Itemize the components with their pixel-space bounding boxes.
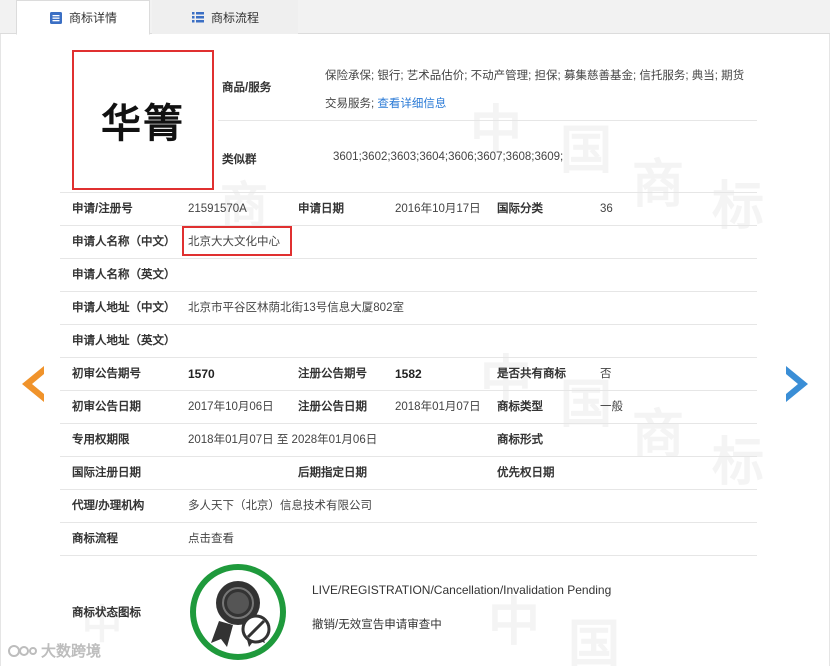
prelim-issue-value: 1570 <box>188 367 215 381</box>
applicant-name-en-label: 申请人名称（英文） <box>72 269 176 281</box>
applicant-address-en-label: 申请人地址（英文） <box>72 335 176 347</box>
status-icon-label: 商标状态图标 <box>72 607 141 619</box>
tab-bar: 商标详情 商标流程 <box>0 0 830 35</box>
info-row: 代理/办理机构 多人天下（北京）信息技术有限公司 <box>60 490 757 523</box>
shared-trademark-label: 是否共有商标 <box>497 368 566 380</box>
document-list-icon <box>49 11 62 24</box>
registration-number-value: 21591570A <box>188 203 247 215</box>
info-row: 申请人地址（英文） <box>60 325 757 358</box>
info-row: 国际注册日期 后期指定日期 优先权日期 <box>60 457 757 490</box>
info-row: 申请人名称（中文） 北京大大文化中心 <box>60 226 757 259</box>
reg-issue-label: 注册公告期号 <box>298 368 367 380</box>
agency-label: 代理/办理机构 <box>72 500 145 512</box>
trademark-type-label: 商标类型 <box>497 401 543 413</box>
agency-value: 多人天下（北京）信息技术有限公司 <box>188 500 372 512</box>
intl-class-label: 国际分类 <box>497 203 543 215</box>
info-row: 专用权期限 2018年01月07日 至 2028年01月06日 商标形式 <box>60 424 757 457</box>
similar-group-value: 3601;3602;3603;3604;3606;3607;3608;3609; <box>333 151 564 163</box>
divider <box>218 120 757 121</box>
applicant-highlight <box>182 226 292 256</box>
priority-date-label: 优先权日期 <box>497 467 555 479</box>
tab-trademark-details[interactable]: 商标详情 <box>16 0 150 35</box>
view-process-link[interactable]: 点击查看 <box>188 523 234 556</box>
trademark-image: 华箐 <box>72 50 214 190</box>
shared-trademark-value: 否 <box>600 368 612 380</box>
view-details-link[interactable]: 查看详细信息 <box>377 98 446 110</box>
goods-services-label: 商品/服务 <box>222 82 272 94</box>
intl-reg-date-label: 国际注册日期 <box>72 467 141 479</box>
applicant-name-cn-label: 申请人名称（中文） <box>72 236 176 248</box>
list-icon <box>191 12 204 23</box>
similar-group-label: 类似群 <box>222 154 257 166</box>
goods-services-text: 保险承保; 银行; 艺术品估价; 不动产管理; 担保; 募集慈善基金; 信托服务… <box>325 62 755 118</box>
trademark-name: 华箐 <box>101 101 185 147</box>
trademark-type-value: 一般 <box>600 401 623 413</box>
info-row: 商标流程 点击查看 <box>60 523 757 556</box>
info-row: 申请人名称（英文） <box>60 259 757 292</box>
tab-label: 商标详情 <box>68 11 117 25</box>
info-row: 初审公告期号 1570 注册公告期号 1582 是否共有商标 否 <box>60 358 757 391</box>
reg-date-value: 2018年01月07日 <box>395 401 481 413</box>
application-date-label: 申请日期 <box>298 203 344 215</box>
trademark-form-label: 商标形式 <box>497 434 543 446</box>
reg-date-label: 注册公告日期 <box>298 401 367 413</box>
tab-label: 商标流程 <box>210 10 259 25</box>
exclusive-period-label: 专用权期限 <box>72 434 130 446</box>
prelim-date-value: 2017年10月06日 <box>188 401 274 413</box>
exclusive-period-value: 2018年01月07日 至 2028年01月06日 <box>188 434 378 446</box>
previous-arrow-icon[interactable] <box>18 364 46 404</box>
next-arrow-icon[interactable] <box>784 364 812 404</box>
award-ribbon-cancel-icon <box>190 564 286 660</box>
brand-logo-icon <box>8 644 37 657</box>
applicant-address-cn-value: 北京市平谷区林荫北街13号信息大厦802室 <box>188 302 404 314</box>
info-row: 申请/注册号 21591570A 申请日期 2016年10月17日 国际分类 3… <box>60 193 757 226</box>
applicant-address-cn-label: 申请人地址（中文） <box>72 302 176 314</box>
status-chinese: 撤销/无效宣告申请审查中 <box>312 619 442 631</box>
trademark-process-label: 商标流程 <box>72 533 118 545</box>
footer-logo-text: 大数跨境 <box>41 643 102 660</box>
prelim-date-label: 初审公告日期 <box>72 401 141 413</box>
prelim-issue-label: 初审公告期号 <box>72 368 141 380</box>
registration-number-label: 申请/注册号 <box>72 203 133 215</box>
info-row: 初审公告日期 2017年10月06日 注册公告日期 2018年01月07日 商标… <box>60 391 757 424</box>
reg-issue-value: 1582 <box>395 367 422 381</box>
status-english: LIVE/REGISTRATION/Cancellation/Invalidat… <box>312 583 612 597</box>
footer-logo: 大数跨境 <box>8 640 101 661</box>
tab-trademark-process[interactable]: 商标流程 <box>152 0 298 34</box>
application-date-value: 2016年10月17日 <box>395 203 481 215</box>
intl-class-value: 36 <box>600 203 613 215</box>
info-row: 申请人地址（中文） 北京市平谷区林荫北街13号信息大厦802室 <box>60 292 757 325</box>
later-designation-label: 后期指定日期 <box>298 467 367 479</box>
